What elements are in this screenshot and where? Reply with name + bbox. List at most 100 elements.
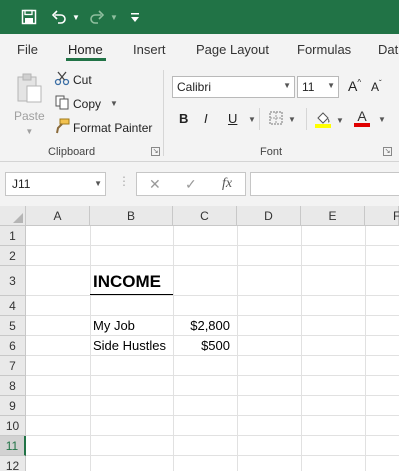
paste-icon bbox=[14, 72, 44, 107]
clipboard-group-label: Clipboard bbox=[48, 146, 96, 158]
cell-b5[interactable]: My Job bbox=[93, 318, 135, 333]
underline-dropdown-icon[interactable]: ▼ bbox=[248, 115, 256, 124]
tab-home[interactable]: Home bbox=[68, 42, 103, 57]
fill-color-button[interactable]: ▼ bbox=[314, 110, 344, 131]
cell-c6[interactable]: $500 bbox=[173, 338, 230, 353]
font-color-swatch bbox=[354, 123, 370, 127]
row-header-1[interactable]: 1 bbox=[0, 226, 26, 246]
customize-icon[interactable] bbox=[128, 6, 142, 28]
gridline bbox=[26, 395, 399, 396]
row-header-8[interactable]: 8 bbox=[0, 376, 26, 396]
name-box[interactable]: J11 ▼ bbox=[5, 172, 106, 196]
format-painter-icon bbox=[54, 118, 70, 137]
font-size-value: 11 bbox=[302, 80, 315, 94]
cell-c5[interactable]: $2,800 bbox=[173, 318, 230, 333]
font-group-label: Font bbox=[260, 146, 283, 158]
format-painter-label: Format Painter bbox=[73, 120, 153, 135]
row-header-2[interactable]: 2 bbox=[0, 246, 26, 266]
gridline bbox=[26, 245, 399, 246]
paint-bucket-icon bbox=[314, 110, 332, 131]
borders-button[interactable]: ▼ bbox=[268, 110, 296, 129]
copy-label: Copy bbox=[73, 96, 102, 111]
formula-buttons: ✕ ✓ fx bbox=[136, 172, 246, 196]
redo-dropdown-icon: ▼ bbox=[110, 13, 118, 22]
gridline bbox=[26, 455, 399, 456]
active-tab-indicator bbox=[66, 58, 106, 61]
insert-function-icon[interactable]: fx bbox=[222, 176, 232, 192]
clipboard-launcher-icon[interactable]: ↘ bbox=[151, 147, 160, 156]
cancel-icon[interactable]: ✕ bbox=[149, 176, 161, 193]
gridline bbox=[26, 435, 399, 436]
name-box-value: J11 bbox=[12, 177, 31, 191]
undo-dropdown-icon[interactable]: ▼ bbox=[72, 13, 80, 22]
font-size-select[interactable]: 11 ▼ bbox=[297, 76, 339, 98]
decrease-font-size-button[interactable]: Aˇ bbox=[371, 79, 382, 95]
tool-divider bbox=[259, 108, 260, 130]
drag-handle-icon[interactable]: ⋮ bbox=[118, 174, 130, 188]
column-header-f[interactable]: F bbox=[365, 206, 399, 226]
tab-page-layout[interactable]: Page Layout bbox=[196, 42, 269, 57]
row-header-3[interactable]: 3 bbox=[0, 266, 26, 296]
paste-dropdown-icon: ▼ bbox=[25, 127, 34, 136]
font-family-value: Calibri bbox=[177, 80, 212, 94]
row-header-4[interactable]: 4 bbox=[0, 296, 26, 316]
tab-formulas[interactable]: Formulas bbox=[297, 42, 351, 57]
row-header-9[interactable]: 9 bbox=[0, 396, 26, 416]
font-color-icon: A bbox=[357, 108, 367, 124]
tool-divider bbox=[306, 108, 307, 130]
tab-data[interactable]: Dat bbox=[378, 42, 398, 57]
scissors-icon bbox=[54, 70, 70, 89]
column-header-c[interactable]: C bbox=[173, 206, 237, 226]
copy-dropdown-icon[interactable]: ▼ bbox=[110, 99, 118, 108]
increase-font-size-button[interactable]: A ^ bbox=[348, 78, 361, 95]
row-header-5[interactable]: 5 bbox=[0, 316, 26, 336]
select-all-button[interactable] bbox=[0, 206, 26, 226]
borders-dropdown-icon[interactable]: ▼ bbox=[288, 115, 296, 124]
enter-icon[interactable]: ✓ bbox=[185, 176, 197, 193]
title-bar: ▼ ▼ bbox=[0, 0, 399, 34]
gridline bbox=[26, 265, 399, 266]
tab-file[interactable]: File bbox=[17, 42, 38, 57]
row-header-12[interactable]: 12 bbox=[0, 456, 26, 471]
underline-button[interactable]: U bbox=[228, 111, 237, 126]
row-header-6[interactable]: 6 bbox=[0, 336, 26, 356]
formula-input[interactable] bbox=[250, 172, 399, 196]
chevron-down-icon: ▼ bbox=[283, 81, 291, 90]
format-painter-button[interactable]: Format Painter bbox=[54, 118, 152, 137]
ribbon-tabs: File Home Insert Page Layout Formulas Da… bbox=[0, 34, 399, 64]
gridline bbox=[26, 335, 399, 336]
column-header-a[interactable]: A bbox=[26, 206, 90, 226]
column-header-b[interactable]: B bbox=[90, 206, 173, 226]
cell-b6[interactable]: Side Hustles bbox=[93, 338, 166, 353]
tab-insert[interactable]: Insert bbox=[133, 42, 166, 57]
chevron-down-icon: ▼ bbox=[94, 179, 102, 188]
cell-b3[interactable]: INCOME bbox=[93, 272, 161, 292]
gridline bbox=[26, 375, 399, 376]
borders-icon bbox=[268, 110, 284, 129]
paste-button[interactable]: Paste ▼ bbox=[14, 72, 45, 136]
cut-button[interactable]: Cut bbox=[54, 70, 92, 89]
font-color-dropdown-icon[interactable]: ▼ bbox=[378, 115, 386, 124]
font-color-button[interactable]: A bbox=[354, 108, 370, 127]
italic-button[interactable]: I bbox=[204, 111, 208, 126]
row-header-7[interactable]: 7 bbox=[0, 356, 26, 376]
chevron-down-icon: ▼ bbox=[327, 81, 335, 90]
bold-button[interactable]: B bbox=[179, 111, 188, 126]
column-header-e[interactable]: E bbox=[301, 206, 365, 226]
gridline bbox=[26, 315, 399, 316]
font-family-select[interactable]: Calibri ▼ bbox=[172, 76, 295, 98]
row-header-11[interactable]: 11 bbox=[0, 436, 26, 456]
undo-icon[interactable] bbox=[48, 6, 70, 28]
cut-label: Cut bbox=[73, 72, 92, 87]
copy-icon bbox=[54, 94, 70, 113]
paste-label: Paste bbox=[14, 109, 45, 123]
redo-icon bbox=[86, 6, 108, 28]
row-header-10[interactable]: 10 bbox=[0, 416, 26, 436]
font-launcher-icon[interactable]: ↘ bbox=[383, 147, 392, 156]
column-header-d[interactable]: D bbox=[237, 206, 301, 226]
gridline bbox=[26, 295, 399, 296]
cell-bottom-border bbox=[90, 294, 173, 295]
copy-button[interactable]: Copy ▼ bbox=[54, 94, 118, 113]
fill-dropdown-icon[interactable]: ▼ bbox=[336, 116, 344, 125]
save-icon[interactable] bbox=[16, 6, 42, 28]
